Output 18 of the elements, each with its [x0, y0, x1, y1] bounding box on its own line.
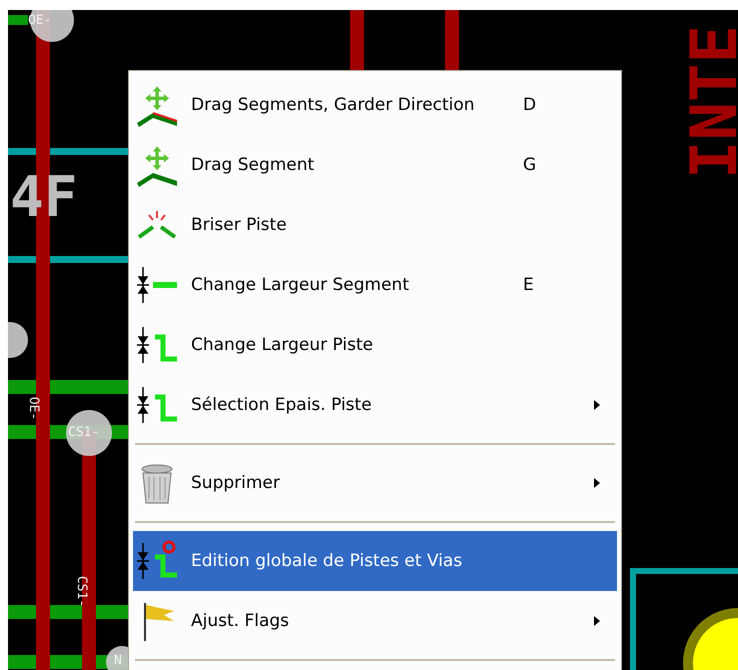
menu-item[interactable]: Ajust. Flags [133, 591, 617, 651]
pcb-track [350, 10, 364, 70]
pcb-track [8, 15, 28, 25]
menu-item[interactable]: Edition globale de Pistes et Vias [133, 531, 617, 591]
menu-item[interactable]: Drag Segments, Garder Direction D [133, 75, 617, 135]
silkscreen-text: INTE [683, 24, 738, 180]
pcb-pad [66, 410, 112, 456]
menu-item[interactable]: Drag Segment G [133, 135, 617, 195]
menu-item[interactable]: Change Largeur Piste [133, 315, 617, 375]
net-label: CS1- [68, 426, 100, 439]
net-label: N [114, 654, 122, 667]
menu-item[interactable]: Sélection Epais. Piste [133, 375, 617, 435]
menu-item[interactable]: Briser Piste [133, 195, 617, 255]
menu-item[interactable]: Supprimer [133, 453, 617, 513]
pcb-track [445, 10, 459, 70]
menu-item[interactable]: Change Largeur Segment E [133, 255, 617, 315]
net-label: CS1- [75, 576, 88, 608]
net-label: OE- [27, 396, 40, 420]
